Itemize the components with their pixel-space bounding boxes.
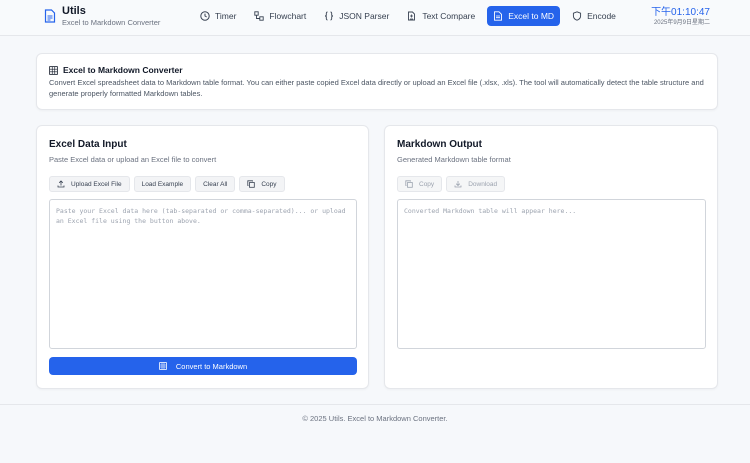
flowchart-icon <box>254 11 265 21</box>
table-icon <box>49 65 58 75</box>
shield-icon <box>573 11 582 21</box>
clock-date: 2025年9月9日星期二 <box>653 20 710 26</box>
footer: © 2025 Utils. Excel to Markdown Converte… <box>0 404 750 463</box>
clear-all-label: Clear All <box>203 180 228 188</box>
nav-label: Flowchart <box>269 11 307 21</box>
markdown-output[interactable] <box>397 199 706 349</box>
document-icon <box>44 9 56 23</box>
copy-input-button[interactable]: Copy <box>239 176 285 192</box>
nav-excel-to-md[interactable]: Excel to MD <box>487 6 561 26</box>
info-card: Excel to Markdown Converter Convert Exce… <box>36 53 718 110</box>
output-toolbar: Copy Download <box>397 176 705 192</box>
clock-icon <box>200 11 210 21</box>
app-name: Utils <box>62 5 86 17</box>
clock: 下午01:10:47 2025年9月9日星期二 <box>651 7 710 28</box>
info-title-text: Excel to Markdown Converter <box>63 65 183 75</box>
copy-label: Copy <box>261 180 277 188</box>
nav-label: Encode <box>587 11 616 21</box>
upload-icon <box>57 180 65 188</box>
nav-label: Text Compare <box>422 11 476 21</box>
load-example-button[interactable]: Load Example <box>133 176 192 192</box>
input-toolbar: Upload Excel File Load Example Clear All… <box>49 176 356 192</box>
load-example-label: Load Example <box>141 180 184 188</box>
table-icon <box>159 362 167 370</box>
nav-timer[interactable]: Timer <box>194 6 242 26</box>
file-text-icon <box>494 11 503 21</box>
output-panel-title: Markdown Output <box>397 139 482 150</box>
excel-data-input[interactable] <box>49 199 357 349</box>
nav-flowchart[interactable]: Flowchart <box>248 6 312 26</box>
nav-encode[interactable]: Encode <box>566 6 622 26</box>
convert-label: Convert to Markdown <box>175 361 248 371</box>
info-title: Excel to Markdown Converter <box>49 65 705 75</box>
input-panel-title: Excel Data Input <box>49 139 127 150</box>
download-button[interactable]: Download <box>446 176 506 192</box>
braces-icon <box>325 11 334 21</box>
nav-label: Timer <box>215 11 237 21</box>
markdown-output-panel: Markdown Output Generated Markdown table… <box>384 125 718 389</box>
download-icon <box>454 181 462 188</box>
clock-time: 下午01:10:47 <box>651 7 710 18</box>
upload-excel-button[interactable]: Upload Excel File <box>49 176 130 192</box>
download-label: Download <box>468 180 498 188</box>
output-panel-subtitle: Generated Markdown table format <box>397 155 511 164</box>
top-bar: Utils Excel to Markdown Converter Timer … <box>0 0 750 36</box>
clear-all-button[interactable]: Clear All <box>195 176 236 192</box>
nav-text-compare[interactable]: Text Compare <box>401 6 481 26</box>
copy-output-label: Copy <box>419 180 435 188</box>
compare-icon <box>408 11 416 21</box>
copy-icon <box>247 180 256 188</box>
footer-text: © 2025 Utils. Excel to Markdown Converte… <box>302 414 448 423</box>
nav-label: Excel to MD <box>508 11 555 21</box>
copy-output-button[interactable]: Copy <box>397 176 443 192</box>
app-subtitle: Excel to Markdown Converter <box>62 18 161 27</box>
upload-label: Upload Excel File <box>71 180 122 188</box>
nav-json-parser[interactable]: JSON Parser <box>318 6 395 26</box>
info-description: Convert Excel spreadsheet data to Markdo… <box>49 78 704 98</box>
copy-icon <box>405 180 413 188</box>
convert-button[interactable]: Convert to Markdown <box>49 357 357 375</box>
main-nav: Timer Flowchart JSON Parser Text Compare… <box>194 6 622 26</box>
excel-input-panel: Excel Data Input Paste Excel data or upl… <box>36 125 369 389</box>
input-panel-subtitle: Paste Excel data or upload an Excel file… <box>49 155 217 164</box>
nav-label: JSON Parser <box>339 11 390 21</box>
brand[interactable]: Utils Excel to Markdown Converter <box>44 5 160 28</box>
